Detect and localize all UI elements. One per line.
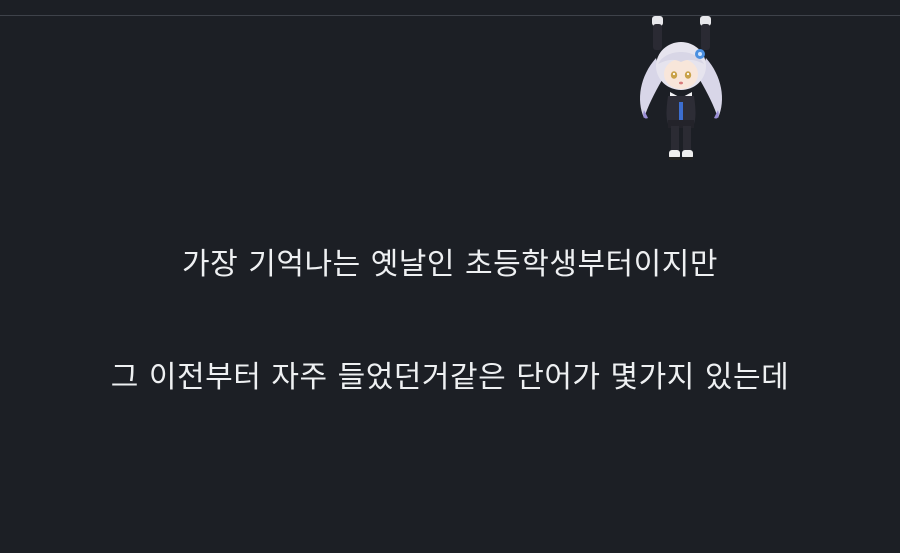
chibi-character-sticker-icon (640, 16, 722, 160)
body-text-line-1: 가장 기억나는 옛날인 초등학생부터이지만 (182, 247, 718, 282)
post-view: 가장 기억나는 옛날인 초등학생부터이지만 그 이전부터 자주 들었던거같은 단… (0, 0, 900, 553)
body-text-line-2: 그 이전부터 자주 들었던거같은 단어가 몇가지 있는데 (110, 360, 790, 395)
top-divider (0, 15, 900, 16)
